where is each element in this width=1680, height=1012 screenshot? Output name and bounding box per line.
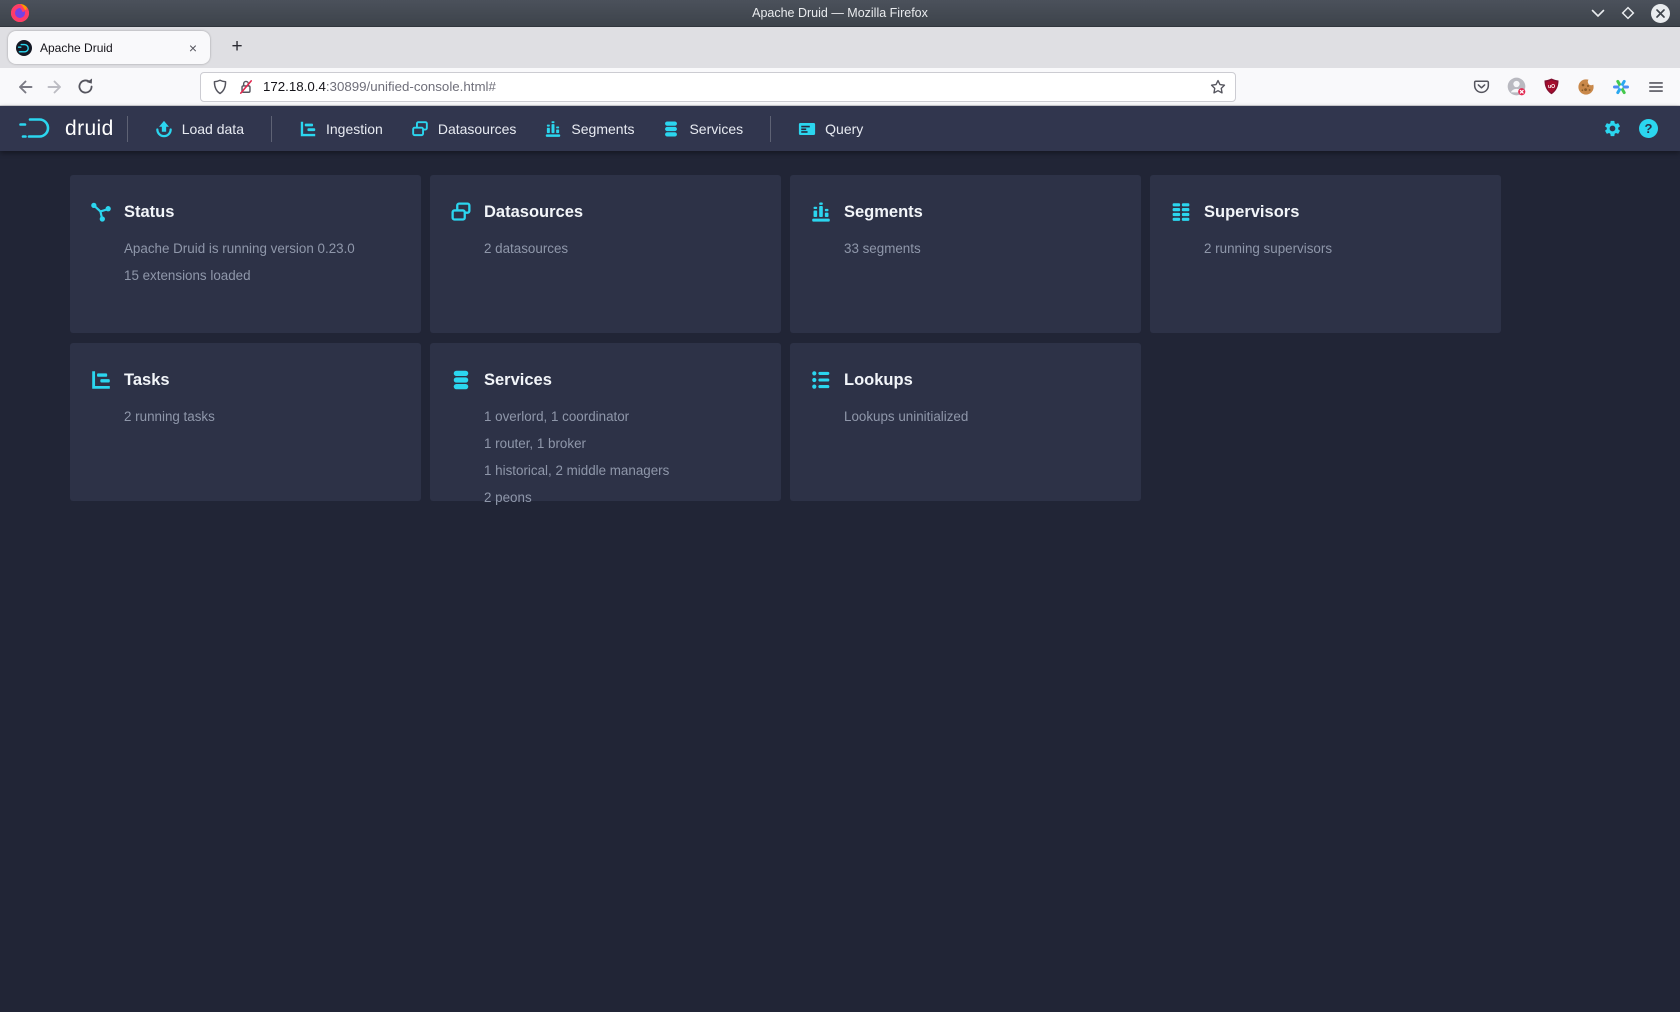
svg-text:uO: uO (1547, 84, 1554, 90)
url-bar[interactable]: 172.18.0.4:30899/unified-console.html# (200, 72, 1236, 102)
tab-close-icon[interactable]: × (184, 39, 202, 57)
forward-button[interactable] (40, 72, 70, 102)
database-icon (450, 369, 472, 391)
url-path: :30899/unified-console.html# (326, 79, 496, 94)
nav-item-label: Ingestion (326, 121, 383, 137)
help-icon[interactable]: ? (1639, 119, 1658, 138)
card-title: Services (484, 371, 552, 390)
close-button[interactable] (1651, 4, 1670, 23)
firefox-window: Apache Druid — Mozilla Firefox Apache Dr… (0, 0, 1680, 1012)
nav-item-ingestion[interactable]: Ingestion (285, 106, 397, 151)
card-title: Lookups (844, 371, 913, 390)
browser-toolbar: 172.18.0.4:30899/unified-console.html# (0, 68, 1680, 106)
nav-item-segments[interactable]: Segments (530, 106, 648, 151)
card-line: Lookups uninitialized (844, 403, 1119, 430)
card-title: Tasks (124, 371, 170, 390)
nav-item-load-data[interactable]: Load data (141, 106, 258, 151)
reload-button[interactable] (70, 72, 100, 102)
nav-separator (271, 116, 272, 142)
nav-item-label: Query (825, 121, 863, 137)
account-container-icon[interactable] (1502, 73, 1530, 101)
insecure-lock-icon[interactable] (237, 78, 255, 96)
card-line: 2 datasources (484, 235, 759, 262)
card-line: 15 extensions loaded (124, 262, 399, 289)
console-home: Status Apache Druid is running version 0… (0, 151, 1680, 1012)
card-line: 1 router, 1 broker (484, 430, 759, 457)
maximize-button[interactable] (1621, 6, 1635, 20)
card-title: Status (124, 203, 174, 222)
druid-logo-icon (18, 115, 56, 142)
multi-select-icon (450, 201, 472, 223)
card-line: 2 peons (484, 484, 759, 511)
multi-select-icon (411, 120, 429, 138)
tab-strip: Apache Druid × + (0, 27, 1680, 68)
colorways-icon[interactable] (1607, 73, 1635, 101)
graph-icon (90, 201, 112, 223)
titlebar: Apache Druid — Mozilla Firefox (0, 0, 1680, 27)
card-title: Segments (844, 203, 923, 222)
tracking-shield-icon[interactable] (211, 78, 229, 96)
nav-separator (770, 116, 771, 142)
cookie-icon[interactable] (1572, 73, 1600, 101)
services-card[interactable]: Services 1 overlord, 1 coordinator 1 rou… (430, 343, 781, 501)
application-icon (798, 120, 816, 138)
gear-icon[interactable] (1603, 119, 1622, 138)
new-tab-button[interactable]: + (224, 34, 250, 60)
nav-item-label: Services (689, 121, 743, 137)
tab-apache-druid[interactable]: Apache Druid × (8, 31, 210, 64)
url-host: 172.18.0.4 (263, 79, 326, 94)
back-button[interactable] (10, 72, 40, 102)
nav-item-query[interactable]: Query (784, 106, 877, 151)
upload-icon (155, 120, 173, 138)
url-text[interactable]: 172.18.0.4:30899/unified-console.html# (263, 79, 1201, 94)
nav-item-label: Load data (182, 121, 244, 137)
nav-item-datasources[interactable]: Datasources (397, 106, 531, 151)
stacked-chart-icon (810, 201, 832, 223)
lookups-card[interactable]: Lookups Lookups uninitialized (790, 343, 1141, 501)
nav-item-label: Datasources (438, 121, 517, 137)
card-grid: Status Apache Druid is running version 0… (70, 175, 1680, 501)
nav-separator (127, 116, 128, 142)
status-card[interactable]: Status Apache Druid is running version 0… (70, 175, 421, 333)
supervisors-card[interactable]: Supervisors 2 running supervisors (1150, 175, 1501, 333)
tasks-card[interactable]: Tasks 2 running tasks (70, 343, 421, 501)
datasources-card[interactable]: Datasources 2 datasources (430, 175, 781, 333)
database-icon (662, 120, 680, 138)
druid-favicon (16, 40, 32, 56)
druid-navbar: druid Load data Ingestion Datasour (0, 106, 1680, 151)
segments-card[interactable]: Segments 33 segments (790, 175, 1141, 333)
minimize-button[interactable] (1591, 9, 1605, 18)
nav-item-label: Segments (571, 121, 634, 137)
tab-title: Apache Druid (40, 41, 176, 55)
gantt-icon (90, 369, 112, 391)
card-line: 1 historical, 2 middle managers (484, 457, 759, 484)
card-line: 2 running tasks (124, 403, 399, 430)
card-line: 33 segments (844, 235, 1119, 262)
nav-item-services[interactable]: Services (648, 106, 757, 151)
properties-icon (810, 369, 832, 391)
bookmark-star-icon[interactable] (1209, 78, 1227, 96)
druid-brand[interactable]: druid (18, 115, 114, 142)
menu-hamburger-icon[interactable] (1642, 73, 1670, 101)
firefox-logo-icon (10, 3, 30, 23)
card-line: 2 running supervisors (1204, 235, 1479, 262)
pocket-icon[interactable] (1467, 73, 1495, 101)
card-title: Datasources (484, 203, 583, 222)
brand-wordmark: druid (65, 117, 114, 141)
window-title: Apache Druid — Mozilla Firefox (0, 6, 1680, 20)
stacked-chart-icon (544, 120, 562, 138)
ublock-origin-icon[interactable]: uO (1537, 73, 1565, 101)
gantt-icon (299, 120, 317, 138)
list-columns-icon (1170, 201, 1192, 223)
card-line: 1 overlord, 1 coordinator (484, 403, 759, 430)
card-title: Supervisors (1204, 203, 1299, 222)
card-line: Apache Druid is running version 0.23.0 (124, 235, 399, 262)
